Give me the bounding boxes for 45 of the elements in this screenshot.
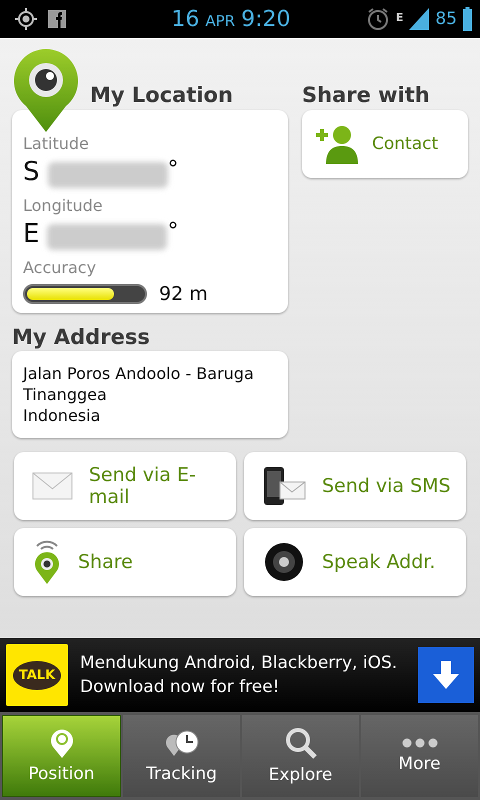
action-button[interactable]: Send via E-mail bbox=[14, 452, 236, 520]
nav-tab[interactable]: More bbox=[361, 715, 478, 797]
status-time: 9:20 bbox=[241, 6, 290, 32]
phone-envelope-icon bbox=[262, 466, 306, 506]
hemisphere: E bbox=[23, 219, 40, 249]
speaker-icon bbox=[262, 542, 306, 582]
section-title: My Address bbox=[12, 324, 151, 351]
nav-tab[interactable]: Explore bbox=[242, 715, 359, 797]
search-icon bbox=[284, 727, 316, 759]
degree-sign: ° bbox=[168, 157, 179, 182]
contact-button[interactable]: Contact bbox=[302, 110, 468, 178]
action-button[interactable]: Send via SMS bbox=[244, 452, 466, 520]
envelope-icon bbox=[32, 471, 73, 501]
battery-icon bbox=[463, 7, 472, 31]
download-button[interactable] bbox=[418, 647, 474, 703]
section-title: My Location bbox=[90, 83, 233, 107]
network-type: E bbox=[396, 11, 404, 24]
degree-sign: ° bbox=[167, 219, 178, 244]
field-label: Accuracy bbox=[23, 258, 98, 277]
signal-icon bbox=[409, 8, 430, 30]
app-logo: TALK bbox=[6, 644, 68, 706]
address-text: Jalan Poros Andoolo - Baruga Tinanggea Indonesia bbox=[12, 351, 288, 438]
location-pin-icon bbox=[32, 540, 62, 584]
action-button[interactable]: Share bbox=[14, 528, 236, 596]
download-arrow-icon bbox=[433, 661, 459, 689]
location-pin-icon bbox=[50, 728, 74, 758]
hemisphere: S bbox=[23, 157, 40, 187]
action-button[interactable]: Speak Addr. bbox=[244, 528, 466, 596]
pin-clock-icon bbox=[164, 728, 198, 758]
battery-percent: 85 bbox=[435, 9, 457, 29]
ad-text: Mendukung Android, Blackberry, iOS. Download now for free! bbox=[80, 652, 398, 699]
ad-banner[interactable]: TALK Mendukung Android, Blackberry, iOS. Download now for free! bbox=[0, 638, 480, 712]
gps-icon bbox=[14, 7, 38, 31]
status-date: 16 bbox=[171, 6, 200, 32]
add-contact-icon bbox=[314, 124, 358, 164]
field-label: Longitude bbox=[23, 196, 104, 215]
field-label: Latitude bbox=[23, 134, 90, 153]
accuracy-reading: 92 m bbox=[159, 283, 208, 305]
section-title: Share with bbox=[302, 83, 430, 107]
facebook-icon bbox=[48, 10, 66, 28]
more-icon bbox=[402, 738, 438, 748]
status-month: APR bbox=[205, 12, 236, 30]
nav-tab[interactable]: Position bbox=[2, 715, 121, 797]
nav-tab[interactable]: Tracking bbox=[123, 715, 240, 797]
alarm-icon bbox=[366, 7, 390, 31]
